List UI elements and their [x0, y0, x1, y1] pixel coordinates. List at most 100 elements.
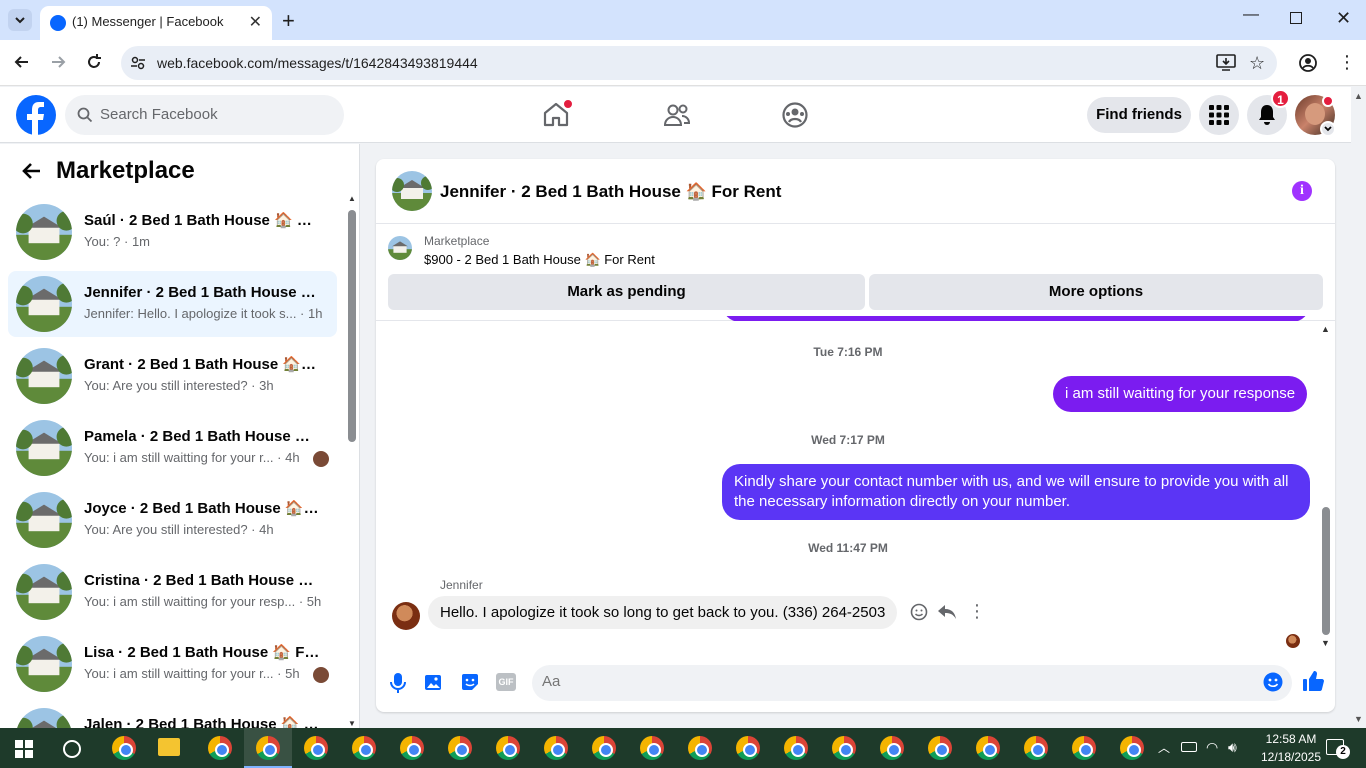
- message-composer[interactable]: [532, 665, 1292, 701]
- chrome-taskbar-icon[interactable]: [400, 736, 424, 760]
- scroll-down-icon[interactable]: ▼: [1354, 714, 1363, 724]
- mark-as-pending-button[interactable]: Mark as pending: [388, 274, 865, 310]
- wifi-icon[interactable]: ◠: [1206, 739, 1218, 756]
- windows-start-icon[interactable]: [15, 740, 33, 758]
- conversation-item[interactable]: Saúl · 2 Bed 1 Bath House 🏠 For Rent You:…: [8, 199, 337, 265]
- battery-icon[interactable]: [1181, 742, 1197, 752]
- chrome-taskbar-icon[interactable]: [880, 736, 904, 760]
- gif-icon[interactable]: GIF: [496, 673, 516, 691]
- info-icon[interactable]: i: [1292, 181, 1312, 201]
- tab-search-button[interactable]: [8, 9, 32, 31]
- chrome-taskbar-icon[interactable]: [976, 736, 1000, 760]
- back-icon[interactable]: [12, 52, 32, 72]
- menu-button[interactable]: [1199, 95, 1239, 135]
- chat-avatar[interactable]: [392, 171, 432, 211]
- clock-date[interactable]: 12/18/2025: [1256, 750, 1326, 764]
- volume-icon[interactable]: 🔊︎: [1228, 739, 1237, 756]
- incoming-message[interactable]: Hello. I apologize it took so long to ge…: [428, 596, 898, 629]
- profile-icon[interactable]: [1298, 53, 1318, 73]
- chrome-taskbar-icon[interactable]: [1024, 736, 1048, 760]
- sticker-icon[interactable]: [460, 672, 480, 692]
- browser-menu-icon[interactable]: ⋮: [1338, 52, 1356, 72]
- chat-scroll-up-icon[interactable]: ▲: [1321, 324, 1330, 334]
- more-actions-icon[interactable]: ⋮: [968, 601, 986, 621]
- chrome-taskbar-icon[interactable]: [1072, 736, 1096, 760]
- message-input[interactable]: [542, 673, 1242, 690]
- notification-center-badge: 2: [1336, 745, 1350, 759]
- sidebar-scroll-down-icon[interactable]: ▼: [348, 719, 356, 728]
- home-notification-dot: [563, 99, 573, 109]
- chrome-taskbar-icon[interactable]: [928, 736, 952, 760]
- photo-icon[interactable]: [424, 672, 444, 692]
- more-options-button[interactable]: More options: [869, 274, 1323, 310]
- nav-groups-icon[interactable]: [781, 101, 809, 129]
- restore-icon[interactable]: [1290, 12, 1302, 24]
- conversation-item[interactable]: Lisa · 2 Bed 1 Bath House 🏠 For Rent You:…: [8, 631, 337, 697]
- facebook-logo-icon[interactable]: [16, 95, 56, 135]
- chrome-taskbar-icon[interactable]: [448, 736, 472, 760]
- minimize-icon[interactable]: —: [1243, 6, 1259, 24]
- sidebar-scroll-up-icon[interactable]: ▲: [348, 194, 356, 203]
- like-thumbs-up-icon[interactable]: [1302, 670, 1324, 692]
- reload-icon[interactable]: [84, 52, 104, 72]
- emoji-icon[interactable]: [1263, 672, 1283, 692]
- file-explorer-icon[interactable]: [158, 738, 180, 756]
- account-chevron-icon[interactable]: [1320, 121, 1336, 137]
- bookmark-star-icon[interactable]: ☆: [1249, 53, 1265, 74]
- chrome-taskbar-icon[interactable]: [736, 736, 760, 760]
- clock-time[interactable]: 12:58 AM: [1256, 732, 1326, 746]
- chrome-taskbar-icon[interactable]: [112, 736, 136, 760]
- conversation-name: Joyce · 2 Bed 1 Bath House 🏠 For Rent: [84, 500, 320, 517]
- new-tab-icon[interactable]: +: [282, 8, 295, 34]
- outgoing-message[interactable]: Kindly share your contact number with us…: [722, 464, 1310, 520]
- chrome-taskbar-icon[interactable]: [688, 736, 712, 760]
- site-info-icon[interactable]: [130, 55, 146, 71]
- chrome-taskbar-icon[interactable]: [544, 736, 568, 760]
- close-tab-icon[interactable]: ✕: [249, 12, 262, 32]
- search-box[interactable]: Search Facebook: [65, 95, 344, 135]
- chrome-taskbar-icon[interactable]: [640, 736, 664, 760]
- chrome-taskbar-icon[interactable]: [832, 736, 856, 760]
- close-window-icon[interactable]: ✕: [1336, 8, 1351, 29]
- chrome-taskbar-icon[interactable]: [304, 736, 328, 760]
- listing-thumbnail[interactable]: [388, 236, 412, 260]
- chat-title[interactable]: Jennifer · 2 Bed 1 Bath House 🏠 For Rent: [440, 182, 781, 202]
- conversation-item[interactable]: Joyce · 2 Bed 1 Bath House 🏠 For Rent You…: [8, 487, 337, 553]
- outgoing-message[interactable]: i am still waitting for your response: [1053, 376, 1308, 412]
- forward-icon[interactable]: [48, 52, 68, 72]
- chrome-taskbar-icon[interactable]: [496, 736, 520, 760]
- page-scrollbar[interactable]: ▲ ▼: [1351, 87, 1366, 728]
- chrome-taskbar-icon[interactable]: [352, 736, 376, 760]
- conversation-sidebar: Saúl · 2 Bed 1 Bath House 🏠 For Rent You:…: [0, 144, 360, 728]
- conversation-item[interactable]: Pamela · 2 Bed 1 Bath House 🏠 For Rent Yo…: [8, 415, 337, 481]
- nav-friends-icon[interactable]: [663, 102, 691, 128]
- chrome-taskbar-icon[interactable]: [256, 736, 280, 760]
- conversation-item[interactable]: Cristina · 2 Bed 1 Bath House 🏠 For Rent…: [8, 559, 337, 625]
- listing-title[interactable]: $900 - 2 Bed 1 Bath House 🏠 For Rent: [424, 252, 655, 268]
- microphone-icon[interactable]: [389, 672, 407, 694]
- install-app-icon[interactable]: [1216, 54, 1236, 72]
- header-divider: [376, 223, 1335, 224]
- conversation-avatar: [16, 636, 72, 692]
- conversation-item[interactable]: Grant · 2 Bed 1 Bath House 🏠 For Rent You…: [8, 343, 337, 409]
- react-icon[interactable]: [910, 603, 928, 621]
- reply-icon[interactable]: [937, 603, 957, 621]
- back-arrow-icon[interactable]: [21, 160, 43, 182]
- find-friends-button[interactable]: Find friends: [1087, 97, 1191, 133]
- task-view-icon[interactable]: [63, 740, 81, 758]
- chat-scroll-thumb[interactable]: [1322, 507, 1330, 635]
- sidebar-scroll-thumb[interactable]: [348, 210, 356, 442]
- chrome-taskbar-icon[interactable]: [208, 736, 232, 760]
- chrome-taskbar-icon[interactable]: [592, 736, 616, 760]
- url-text[interactable]: web.facebook.com/messages/t/164284349381…: [157, 55, 478, 71]
- sender-avatar[interactable]: [392, 602, 420, 630]
- conversation-item[interactable]: Jalen · 2 Bed 1 Bath House 🏠 For Rent: [8, 703, 337, 728]
- chrome-taskbar-icon[interactable]: [784, 736, 808, 760]
- conversation-item[interactable]: Jennifer · 2 Bed 1 Bath House 🏠 For Rent…: [8, 271, 337, 337]
- chat-scroll-down-icon[interactable]: ▼: [1321, 638, 1330, 648]
- scroll-up-icon[interactable]: ▲: [1354, 91, 1363, 101]
- tray-chevron-up-icon[interactable]: ︿: [1158, 739, 1170, 756]
- chat-scrollbar[interactable]: ▲ ▼: [1320, 324, 1332, 648]
- chrome-taskbar-icon[interactable]: [1120, 736, 1144, 760]
- browser-tab[interactable]: (1) Messenger | Facebook ✕: [40, 6, 272, 40]
